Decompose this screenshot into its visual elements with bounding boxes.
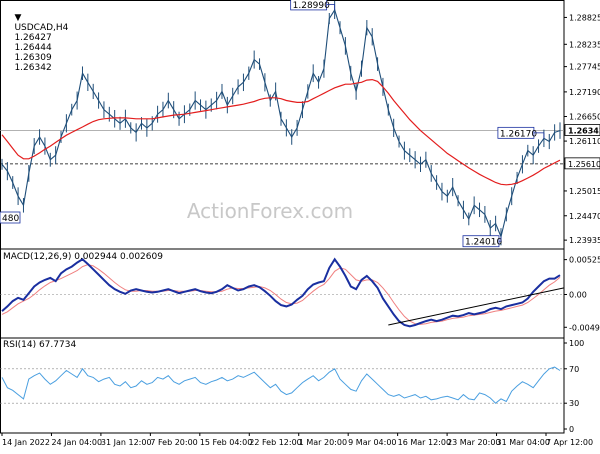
rsi-line xyxy=(1,366,561,404)
rsi-axis-label: 0 xyxy=(569,425,574,434)
collapse-triangle-icon[interactable]: ▼ xyxy=(14,13,21,23)
macd-main-line xyxy=(1,257,561,328)
price-axis-label: 1.26650 xyxy=(569,112,600,121)
price-axis-label: 1.27190 xyxy=(569,88,600,97)
annotation-label: 1.28990 xyxy=(293,1,330,11)
x-axis-label: 31 Jan 12:00 xyxy=(101,438,152,447)
x-axis-label: 16 Mar 12:00 xyxy=(398,438,451,447)
x-axis-label: 31 Mar 04:00 xyxy=(497,438,550,447)
x-axis-label: 7 Apr 12:00 xyxy=(546,438,593,447)
price-axis-label: 1.26110 xyxy=(569,137,600,146)
x-axis-label: 14 Jan 2022 xyxy=(2,438,50,447)
current-price-label: 1.26342 xyxy=(568,127,600,136)
price-axis-label: 1.24470 xyxy=(569,212,600,221)
macd-trendline xyxy=(388,287,565,326)
x-axis-label: 23 Mar 20:00 xyxy=(447,438,500,447)
symbol-header: ▼ USDCAD,H4 1.26427 1.26444 1.26309 1.26… xyxy=(3,3,68,83)
annotation-label: 1.24010 xyxy=(465,238,502,248)
ohlc-low: 1.26309 xyxy=(14,53,52,63)
ohlc-open: 1.26427 xyxy=(14,33,52,43)
chart-canvas: ActionForex.com 1.28825 1.28235 1.27745 1.27… xyxy=(0,0,600,447)
x-axis-label: 22 Feb 12:00 xyxy=(249,438,301,447)
chart-window: ActionForex.com 1.28825 1.28235 1.27745 1.27… xyxy=(0,0,600,450)
macd-label: MACD(12,26,9) 0.002944 0.002609 xyxy=(3,252,163,262)
x-axis-label: 7 Feb 20:00 xyxy=(150,438,197,447)
price-axis-label: 1.28235 xyxy=(569,40,600,49)
dashed-level-label: 1.25610 xyxy=(568,160,600,169)
x-axis-label: 1 Mar 20:00 xyxy=(299,438,347,447)
price-axis-label: 1.27745 xyxy=(569,63,600,72)
moving-average-line xyxy=(1,78,561,186)
rsi-axis-label: 70 xyxy=(569,365,579,374)
ohlc-high: 1.26444 xyxy=(14,43,52,53)
annotation-label: 1.26170 xyxy=(500,129,537,139)
price-axis-label: 1.23935 xyxy=(569,236,600,245)
left-level-label: 480 xyxy=(2,214,19,224)
macd-axis-label: 0.005253 xyxy=(569,256,600,265)
rsi-axis-label: 100 xyxy=(569,339,584,348)
symbol-label: USDCAD,H4 xyxy=(14,23,69,33)
x-axis-label: 9 Mar 04:00 xyxy=(348,438,396,447)
x-axis-label: 24 Jan 04:00 xyxy=(51,438,102,447)
macd-axis-label: 0.00 xyxy=(569,290,587,299)
price-axis-label: 1.28825 xyxy=(569,13,600,22)
macd-axis-label: -0.004939 xyxy=(569,323,600,332)
price-axis-label: 1.25015 xyxy=(569,187,600,196)
ohlc-close: 1.26342 xyxy=(14,63,52,73)
rsi-label: RSI(14) 67.7734 xyxy=(3,340,77,350)
rsi-axis-label: 30 xyxy=(569,399,579,408)
watermark-text: ActionForex.com xyxy=(187,199,353,223)
x-axis-label: 15 Feb 04:00 xyxy=(200,438,252,447)
